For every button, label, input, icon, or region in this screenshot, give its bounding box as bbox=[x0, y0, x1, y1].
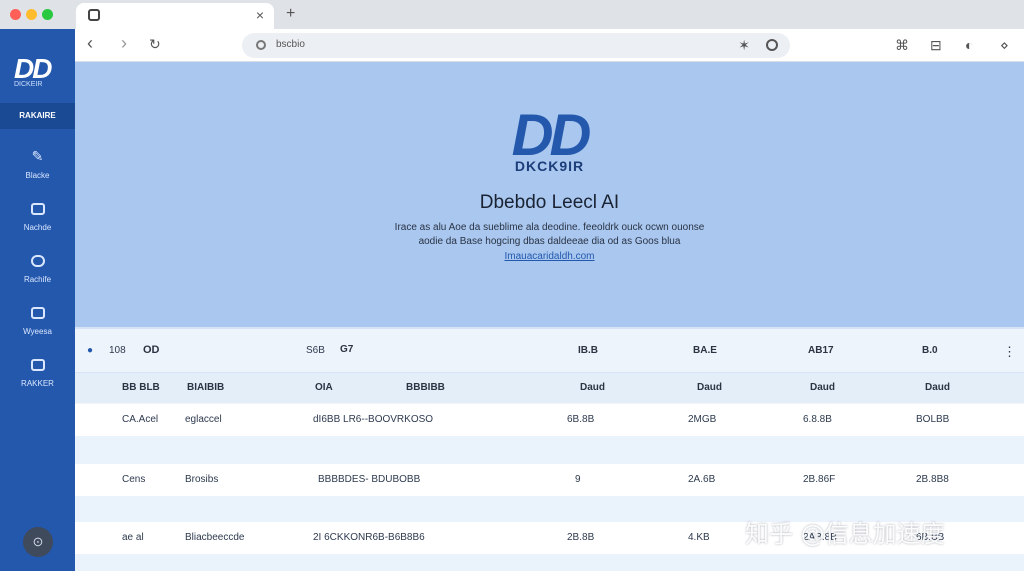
sidebar-item-label: Wyeesa bbox=[23, 327, 52, 336]
table-cell: 4.KB bbox=[688, 532, 710, 543]
column-header[interactable]: BIAIBIB bbox=[187, 382, 224, 393]
chat-icon bbox=[30, 255, 45, 267]
image-icon bbox=[30, 203, 45, 215]
sidebar-item-4[interactable]: Wyeesa bbox=[0, 307, 75, 336]
pen-icon: ✎ bbox=[31, 148, 44, 164]
mail-icon bbox=[30, 359, 45, 371]
toolbar-field[interactable]: AB17 bbox=[808, 345, 834, 356]
table-row-spacer bbox=[75, 554, 1024, 571]
column-header[interactable]: BB BLB bbox=[122, 382, 160, 393]
table-cell: 2B.8B8 bbox=[916, 474, 949, 485]
hero-description-line: Irace as alu Aoe da sueblime ala deodine… bbox=[394, 222, 705, 233]
sidebar-logo-subtitle: DICKEIR bbox=[14, 81, 43, 88]
table-cell: eglaccel bbox=[185, 414, 222, 425]
table-cell: 6B.8B bbox=[567, 414, 595, 425]
menu-icon[interactable]: ⋄ bbox=[1000, 37, 1009, 54]
table-cell: 2I 6CKKONR6B-B6B8B6 bbox=[313, 532, 425, 543]
column-header[interactable]: BBBIBB bbox=[406, 382, 445, 393]
table-cell: Bliacbeeccde bbox=[185, 532, 245, 543]
column-header[interactable]: Daud bbox=[697, 382, 722, 393]
table-cell: dI6BB LR6--BOOVRKOSO bbox=[313, 414, 434, 425]
avatar[interactable]: ⊙ bbox=[23, 527, 53, 557]
table-cell: BBBBDES- BDUBOBB bbox=[318, 474, 421, 485]
hero-title: Dbebdo Leecl AI bbox=[479, 192, 620, 213]
toolbar-field[interactable]: G7 bbox=[340, 344, 353, 355]
sidebar-item-5[interactable]: RAKKER bbox=[0, 359, 75, 388]
table-cell: Cens bbox=[122, 474, 146, 485]
url-text[interactable]: bscbio bbox=[276, 39, 305, 50]
sidebar-item-label: Blacke bbox=[25, 171, 50, 180]
hero-banner: DD DKCK9IR Dbebdo Leecl AI Irace as alu … bbox=[75, 62, 1024, 327]
table-row[interactable]: Cens Brosibs BBBBDES- BDUBOBB 9 2A.6B 2B… bbox=[75, 464, 1024, 496]
table-row-spacer bbox=[75, 436, 1024, 464]
tab-strip: × + bbox=[0, 0, 1024, 29]
sidebar-item-label: Nachde bbox=[23, 223, 52, 232]
toolbar-field[interactable]: IB.B bbox=[578, 345, 598, 356]
profile-icon[interactable]: ◐ bbox=[965, 37, 973, 53]
browser-tab[interactable]: × bbox=[76, 3, 274, 29]
hero-link[interactable]: Imauacaridaldh.com bbox=[75, 251, 1024, 262]
toolbar-field[interactable]: B.0 bbox=[922, 345, 938, 356]
browser-window: × + ‹ › ↻ bscbio ✶ ⌘ ⊟ ◐ ⋄ DD DICKEIR RA… bbox=[0, 0, 1024, 571]
sidebar-item-1[interactable]: ✎ Blacke bbox=[0, 149, 75, 180]
toolbar-field[interactable]: S6B bbox=[306, 345, 325, 356]
minimize-window-button[interactable] bbox=[26, 9, 37, 20]
toolbar-field[interactable]: BA.E bbox=[693, 345, 717, 356]
site-info-icon[interactable] bbox=[256, 40, 266, 50]
table-cell: ae al bbox=[122, 532, 144, 543]
reload-button[interactable]: ↻ bbox=[149, 36, 161, 53]
address-bar[interactable]: bscbio ✶ bbox=[242, 33, 790, 58]
table-cell: BOLBB bbox=[916, 414, 950, 425]
filter-count: 108 bbox=[109, 345, 126, 356]
column-header[interactable]: Daud bbox=[810, 382, 835, 393]
sidebar-item-label: Rachife bbox=[23, 275, 52, 284]
forward-button[interactable]: › bbox=[121, 33, 127, 54]
column-header[interactable]: Daud bbox=[580, 382, 605, 393]
reading-list-icon[interactable]: ⊟ bbox=[930, 37, 942, 54]
table-cell: 2MGB bbox=[688, 414, 717, 425]
table-cell: 2A.6B bbox=[688, 474, 716, 485]
column-header[interactable]: Daud bbox=[925, 382, 950, 393]
hero-description-line: aodie da Base hogcing dbas daldeeae dia … bbox=[418, 236, 681, 247]
table-header: BB BLB BIAIBIB OIA BBBIBB Daud Daud Daud… bbox=[75, 373, 1024, 403]
table-row[interactable]: CA.Acel eglaccel dI6BB LR6--BOOVRKOSO 6B… bbox=[75, 404, 1024, 436]
tab-favicon-icon bbox=[88, 9, 100, 21]
table-cell: 2B.86F bbox=[803, 474, 836, 485]
filter-icon[interactable]: ● bbox=[87, 345, 93, 356]
sidebar-item-2[interactable]: Nachde bbox=[0, 203, 75, 232]
bookmark-star-icon[interactable]: ✶ bbox=[738, 37, 750, 54]
table-toolbar: ● 108 OD S6B G7 IB.B BA.E AB17 B.0 ⋮ bbox=[75, 327, 1024, 373]
close-tab-button[interactable]: × bbox=[256, 7, 264, 23]
table-cell: Brosibs bbox=[185, 474, 219, 485]
hero-logo-subtitle: DKCK9IR bbox=[514, 158, 585, 174]
sidebar-item-label: RAKKER bbox=[21, 379, 54, 388]
sidebar-item-active[interactable]: RAKAIRE bbox=[0, 103, 75, 129]
watermark: 知乎 @信息加速度 bbox=[745, 520, 945, 548]
book-icon bbox=[30, 307, 45, 319]
extension-icon[interactable]: ⌘ bbox=[895, 37, 909, 54]
table-cell: 9 bbox=[575, 474, 581, 485]
table-cell: 6.8.8B bbox=[803, 414, 832, 425]
browser-toolbar: ‹ › ↻ bscbio ✶ ⌘ ⊟ ◐ ⋄ bbox=[75, 29, 1024, 62]
new-tab-button[interactable]: + bbox=[286, 5, 295, 23]
sidebar-item-3[interactable]: Rachife bbox=[0, 255, 75, 284]
column-header[interactable]: OIA bbox=[315, 382, 333, 393]
more-options-icon[interactable]: ⋮ bbox=[1003, 344, 1016, 360]
table-cell: 2B.8B bbox=[567, 532, 595, 543]
close-window-button[interactable] bbox=[10, 9, 21, 20]
back-button[interactable]: ‹ bbox=[87, 33, 93, 54]
table-cell: CA.Acel bbox=[122, 414, 159, 425]
hero-logo: DD bbox=[511, 103, 592, 168]
filter-toggle[interactable]: OD bbox=[143, 344, 160, 356]
sidebar: DD DICKEIR RAKAIRE ✎ Blacke Nachde Rachi… bbox=[0, 29, 75, 571]
maximize-window-button[interactable] bbox=[42, 9, 53, 20]
extension-circle-icon[interactable] bbox=[766, 39, 778, 51]
